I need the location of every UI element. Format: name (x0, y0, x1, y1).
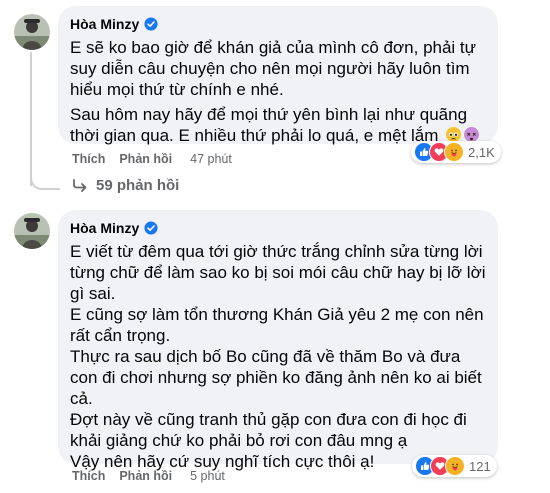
avatar-photo (14, 14, 50, 50)
author-name[interactable]: Hòa Minzy (70, 16, 139, 32)
comment-text: E sẽ ko bao giờ để khán giả của mình cô … (70, 38, 477, 99)
like-button[interactable]: Thích (72, 469, 105, 483)
reply-button[interactable]: Phản hồi (119, 152, 172, 166)
reaction-count: 2,1K (468, 144, 495, 160)
avatar-photo (14, 213, 50, 249)
avatar[interactable] (14, 213, 50, 249)
verified-badge-icon (144, 221, 158, 235)
avatar[interactable] (14, 14, 50, 50)
comment-text: Sau hôm nay hãy để mọi thứ yên bình lại … (70, 105, 468, 145)
comment-text-with-emoji: Sau hôm nay hãy để mọi thứ yên bình lại … (70, 104, 486, 146)
reaction-summary[interactable]: 121 (412, 455, 497, 477)
pleading-face-icon (446, 127, 462, 142)
comment-text: E viết từ đêm qua tới giờ thức trắng chỉ… (70, 242, 486, 303)
comment-text: E cũng sợ làm tổn thương Khán Giả yêu 2 … (70, 305, 484, 345)
reaction-count: 121 (469, 458, 491, 474)
verified-badge-icon (144, 17, 158, 31)
comment-actions: Thích Phản hồi 5 phút (72, 469, 225, 483)
comment-bubble: Hòa Minzy E sẽ ko bao giờ để khán giả củ… (58, 6, 498, 146)
comment-text: Thực ra sau dịch bố Bo cũng đã về thăm B… (70, 347, 482, 408)
care-reaction-icon (445, 456, 465, 476)
reaction-summary[interactable]: 2,1K (411, 141, 501, 163)
dizzy-face-icon (464, 127, 480, 142)
comment-bubble: Hòa Minzy E viết từ đêm qua tới giờ thức… (58, 210, 498, 471)
replies-count-label: 59 phản hồi (96, 177, 180, 194)
author-name[interactable]: Hòa Minzy (70, 220, 139, 236)
reply-arrow-icon (73, 178, 87, 192)
comment-timestamp[interactable]: 47 phút (190, 152, 232, 166)
reply-button[interactable]: Phản hồi (119, 469, 172, 483)
view-replies-link[interactable]: 59 phản hồi (72, 177, 179, 194)
like-button[interactable]: Thích (72, 152, 105, 166)
comment-timestamp[interactable]: 5 phút (190, 469, 225, 483)
comment-text: Đợt này về cũng tranh thủ gặp con đưa co… (70, 410, 467, 450)
thread-connector (30, 160, 60, 190)
comment-actions: Thích Phản hồi 47 phút (72, 152, 232, 166)
care-reaction-icon (444, 142, 464, 162)
